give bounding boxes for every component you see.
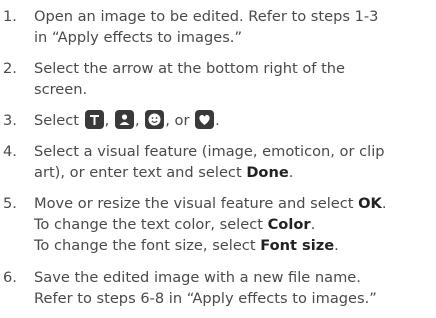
separator: , (134, 112, 140, 129)
step-number: 3. (3, 112, 17, 129)
separator: , or (165, 112, 190, 129)
step-number: 2. (3, 60, 17, 77)
text-fragment: . (288, 164, 294, 181)
sticker-icon (114, 110, 134, 129)
step-text-line: Refer to steps 6-8 in “Apply effects to … (34, 290, 377, 307)
frame-icon (195, 110, 215, 129)
step-number: 5. (3, 195, 17, 212)
ok-label: OK (358, 195, 382, 212)
text-fragment: To change the text color, select (34, 216, 268, 233)
step-text-line: Select , , , or . (34, 110, 220, 131)
text-fragment: art), or enter text and select (34, 164, 247, 181)
font-size-label: Font size (260, 237, 335, 254)
select-word: Select (34, 112, 80, 129)
step-text-line: screen. (34, 81, 88, 98)
text-fragment: . (381, 195, 387, 212)
text-fragment: To change the font size, select (34, 237, 261, 254)
done-label: Done (246, 164, 289, 181)
step-number: 1. (3, 8, 17, 25)
instruction-steps: 1. Open an image to be edited. Refer to … (0, 0, 436, 318)
step-text-line: art), or enter text and select Done. (34, 162, 385, 183)
step-text-line: Select the arrow at the bottom right of … (34, 60, 346, 77)
step-number: 4. (3, 143, 17, 160)
text-fragment: . (334, 237, 339, 254)
period: . (215, 112, 220, 129)
text-fragment: Move or resize the visual feature and se… (34, 195, 359, 212)
step-text-line: Select a visual feature (image, emoticon… (34, 143, 385, 160)
emoticon-icon (145, 110, 165, 129)
separator: , (104, 112, 110, 129)
color-label: Color (267, 216, 311, 233)
text-icon (84, 110, 104, 129)
step-number: 6. (3, 269, 17, 286)
step-text-line: To change the font size, select Font siz… (34, 235, 387, 256)
step-text-line: Move or resize the visual feature and se… (34, 193, 387, 214)
text-fragment: . (310, 216, 316, 233)
step-text-line: Open an image to be edited. Refer to ste… (34, 8, 379, 25)
step-text-line: in “Apply effects to images.” (34, 29, 243, 46)
step-text-line: Save the edited image with a new file na… (34, 269, 361, 286)
step-text-line: To change the text color, select Color. (34, 214, 387, 235)
